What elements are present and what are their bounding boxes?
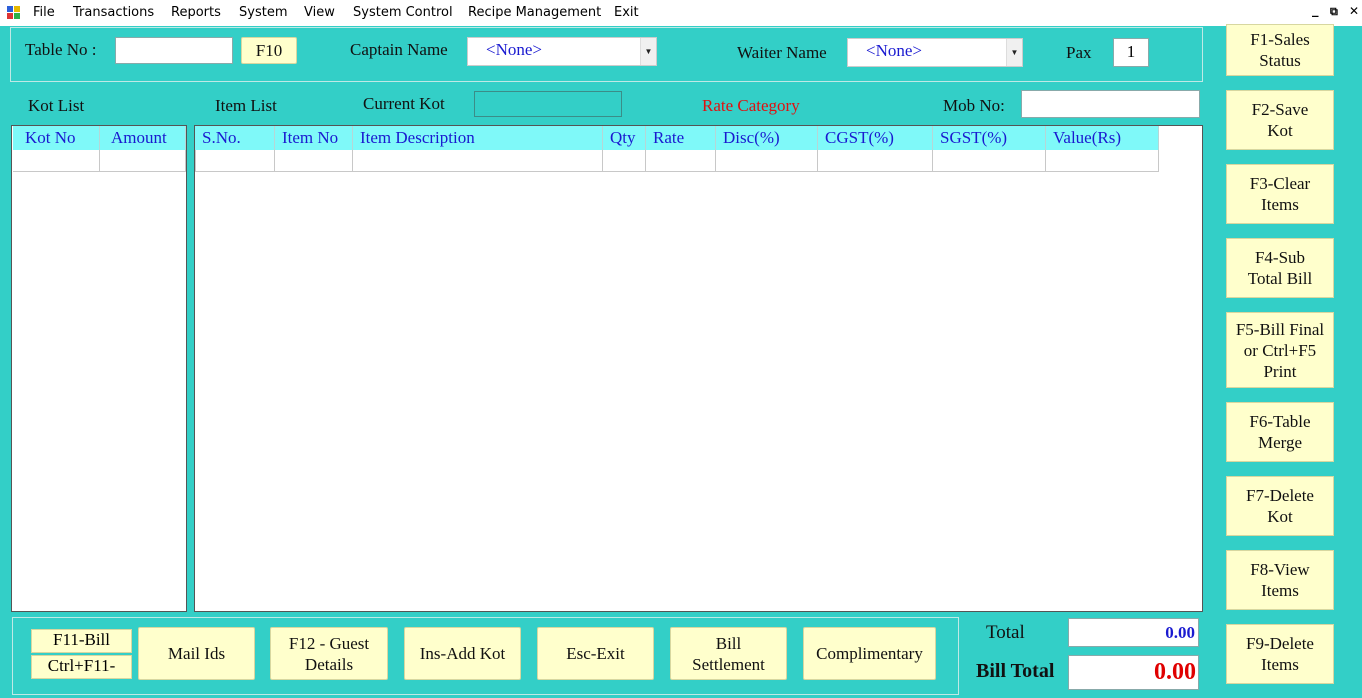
f8-view-items-button[interactable]: F8-View Items — [1226, 550, 1334, 610]
menu-exit[interactable]: Exit — [614, 5, 639, 20]
total-value: 0.00 — [1068, 618, 1199, 647]
f1-sales-status-button[interactable]: F1-Sales Status — [1226, 24, 1334, 76]
current-kot-field — [474, 91, 622, 117]
f7-delete-kot-button[interactable]: F7-Delete Kot — [1226, 476, 1334, 536]
mob-no-input[interactable] — [1021, 90, 1200, 118]
close-icon[interactable]: ✕ — [1349, 4, 1359, 18]
esc-exit-button[interactable]: Esc-Exit — [537, 627, 654, 680]
f2-save-kot-button[interactable]: F2-Save Kot — [1226, 90, 1334, 150]
captain-name-select[interactable]: <None> ▼ — [467, 37, 657, 66]
column-header-item-no[interactable]: Item No — [275, 126, 353, 150]
complimentary-button[interactable]: Complimentary — [803, 627, 936, 680]
menu-view[interactable]: View — [304, 5, 335, 20]
captain-name-value: <None> — [486, 40, 542, 59]
table-cell[interactable] — [933, 150, 1046, 172]
table-cell[interactable] — [716, 150, 818, 172]
f3-clear-items-button[interactable]: F3-Clear Items — [1226, 164, 1334, 224]
table-no-label: Table No : — [25, 40, 97, 59]
current-kot-label: Current Kot — [363, 94, 445, 113]
table-cell[interactable] — [646, 150, 716, 172]
f9-delete-items-button[interactable]: F9-Delete Items — [1226, 624, 1334, 684]
column-header-kot-no[interactable]: Kot No — [13, 126, 100, 150]
column-header-sno[interactable]: S.No. — [195, 126, 275, 150]
chevron-down-icon[interactable]: ▼ — [1006, 39, 1022, 66]
menu-system-control[interactable]: System Control — [353, 5, 453, 20]
menu-recipe-management[interactable]: Recipe Management — [468, 5, 601, 20]
column-header-value[interactable]: Value(Rs) — [1046, 126, 1159, 150]
column-header-disc[interactable]: Disc(%) — [716, 126, 818, 150]
kot-list-label: Kot List — [28, 96, 85, 115]
column-header-sgst[interactable]: SGST(%) — [933, 126, 1046, 150]
ins-add-kot-button[interactable]: Ins-Add Kot — [404, 627, 521, 680]
table-cell[interactable] — [13, 150, 100, 172]
kot-list-table: Kot No Amount — [11, 125, 187, 612]
table-cell[interactable] — [195, 150, 275, 172]
item-list-label: Item List — [215, 96, 277, 115]
bill-total-label: Bill Total — [976, 660, 1055, 682]
pax-label: Pax — [1066, 43, 1092, 62]
column-header-rate[interactable]: Rate — [646, 126, 716, 150]
minimize-icon[interactable]: _ — [1312, 3, 1319, 18]
chevron-down-icon[interactable]: ▼ — [640, 38, 656, 65]
captain-name-label: Captain Name — [350, 40, 448, 59]
table-cell[interactable] — [100, 150, 186, 172]
f12-guest-details-button[interactable]: F12 - Guest Details — [270, 627, 388, 680]
menu-reports[interactable]: Reports — [171, 5, 221, 20]
table-cell[interactable] — [353, 150, 603, 172]
total-label: Total — [986, 622, 1025, 643]
column-header-cgst[interactable]: CGST(%) — [818, 126, 933, 150]
column-header-item-description[interactable]: Item Description — [353, 126, 603, 150]
menu-system[interactable]: System — [239, 5, 287, 20]
f4-sub-total-bill-button[interactable]: F4-Sub Total Bill — [1226, 238, 1334, 298]
waiter-name-select[interactable]: <None> ▼ — [847, 38, 1023, 67]
f6-table-merge-button[interactable]: F6-Table Merge — [1226, 402, 1334, 462]
table-no-input[interactable] — [115, 37, 233, 64]
app-icon[interactable] — [7, 6, 21, 19]
bill-settlement-button[interactable]: Bill Settlement — [670, 627, 787, 680]
mob-no-label: Mob No: — [943, 96, 1005, 115]
table-cell[interactable] — [275, 150, 353, 172]
f11-bill-button[interactable]: F11-Bill — [31, 629, 132, 653]
menu-transactions[interactable]: Transactions — [73, 5, 154, 20]
table-cell[interactable] — [818, 150, 933, 172]
mail-ids-button[interactable]: Mail Ids — [138, 627, 255, 680]
bill-total-value: 0.00 — [1068, 655, 1199, 690]
pax-input[interactable]: 1 — [1113, 38, 1149, 67]
f5-bill-final-button[interactable]: F5-Bill Final or Ctrl+F5 Print — [1226, 312, 1334, 388]
menu-file[interactable]: File — [33, 5, 55, 20]
f10-button[interactable]: F10 — [241, 37, 297, 64]
rate-category-label[interactable]: Rate Category — [702, 96, 800, 116]
menu-bar: File Transactions Reports System View Sy… — [0, 0, 1362, 26]
item-list-table: S.No. Item No Item Description Qty Rate … — [194, 125, 1203, 612]
column-header-amount[interactable]: Amount — [100, 126, 186, 150]
table-cell[interactable] — [603, 150, 646, 172]
restore-icon[interactable]: ⧉ — [1330, 5, 1338, 19]
column-header-qty[interactable]: Qty — [603, 126, 646, 150]
waiter-name-label: Waiter Name — [737, 43, 827, 62]
waiter-name-value: <None> — [866, 41, 922, 60]
table-cell[interactable] — [1046, 150, 1159, 172]
ctrl-f11-button[interactable]: Ctrl+F11- — [31, 655, 132, 679]
